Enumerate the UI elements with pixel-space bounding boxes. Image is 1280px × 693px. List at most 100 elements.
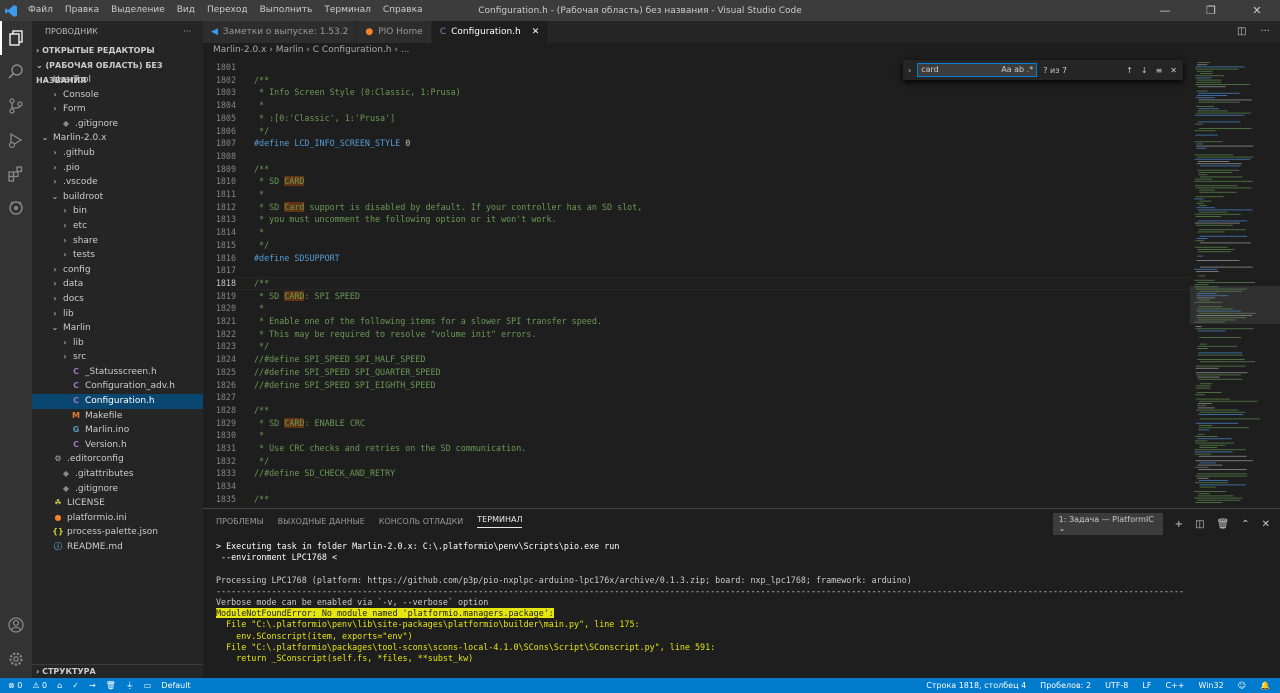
- notifications-icon[interactable]: 🔔: [1260, 678, 1270, 693]
- tree-item[interactable]: ⌄ UserTool: [32, 73, 203, 88]
- open-editors-section[interactable]: › ОТКРЫТЫЕ РЕДАКТОРЫ: [32, 43, 203, 58]
- workspace-section[interactable]: ⌄ (РАБОЧАЯ ОБЛАСТЬ) БЕЗ НАЗВАНИЯ: [32, 58, 203, 85]
- tree-item[interactable]: ◆ .gitattributes: [32, 467, 203, 482]
- kill-terminal-icon[interactable]: 🗑: [1217, 519, 1230, 530]
- environment-label[interactable]: Default: [161, 678, 190, 693]
- close-tab-icon[interactable]: ✕: [532, 21, 540, 43]
- breadcrumb[interactable]: Marlin-2.0.x › Marlin › C Configuration.…: [203, 43, 1280, 58]
- tree-item[interactable]: › Console: [32, 88, 203, 103]
- tree-item[interactable]: ● platformio.ini: [32, 511, 203, 526]
- errors-indicator[interactable]: ⊗ 0: [8, 678, 22, 693]
- tree-item[interactable]: › src: [32, 350, 203, 365]
- gear-icon[interactable]: [0, 642, 32, 676]
- panel-tab[interactable]: ПРОБЛЕМЫ: [216, 517, 264, 526]
- tree-item[interactable]: C Configuration_adv.h: [32, 379, 203, 394]
- close-panel-icon[interactable]: ✕: [1262, 519, 1270, 530]
- tree-item[interactable]: › data: [32, 277, 203, 292]
- minimap[interactable]: [1190, 58, 1280, 508]
- maximize-panel-icon[interactable]: ⌃: [1241, 519, 1249, 530]
- home-icon[interactable]: ⌂: [57, 678, 62, 693]
- more-actions-button[interactable]: ···: [183, 21, 191, 43]
- find-input[interactable]: card Aa ab .*: [917, 63, 1038, 77]
- code-editor[interactable]: 1801 1802 /** 1803 * Info Screen Style (0:C…: [203, 58, 1190, 508]
- panel-tab[interactable]: ТЕРМИНАЛ: [477, 515, 523, 528]
- tree-item[interactable]: ◆ .gitignore: [32, 482, 203, 497]
- source-control-icon[interactable]: [0, 89, 32, 123]
- editor-tab[interactable]: ◀ Заметки о выпуске: 1.53.2: [203, 21, 358, 43]
- tree-item[interactable]: › .vscode: [32, 175, 203, 190]
- tree-item[interactable]: C Configuration.h: [32, 394, 203, 409]
- indentation[interactable]: Пробелов: 2: [1040, 678, 1091, 693]
- find-in-selection-button[interactable]: ≡: [1156, 66, 1163, 75]
- tree-item[interactable]: M Makefile: [32, 409, 203, 424]
- menu-item-6[interactable]: Терминал: [318, 0, 377, 21]
- tree-item[interactable]: › .github: [32, 146, 203, 161]
- tree-item[interactable]: ☘ LICENSE: [32, 496, 203, 511]
- split-terminal-icon[interactable]: ◫: [1195, 519, 1204, 530]
- cursor-position[interactable]: Строка 1818, столбец 4: [926, 678, 1026, 693]
- line-ending[interactable]: LF: [1142, 678, 1151, 693]
- tree-item[interactable]: › config: [32, 263, 203, 278]
- previous-match-button[interactable]: ↑: [1126, 66, 1133, 75]
- tree-item[interactable]: › lib: [32, 307, 203, 322]
- editor-tab[interactable]: C Configuration.h ✕: [431, 21, 549, 43]
- menu-item-7[interactable]: Справка: [377, 0, 429, 21]
- terminal-selector[interactable]: 1: Задача — PlatformIC ⌄: [1052, 513, 1163, 535]
- clean-icon[interactable]: 🗑: [106, 678, 116, 693]
- menu-item-5[interactable]: Выполнить: [254, 0, 319, 21]
- tree-item[interactable]: ⓘ README.md: [32, 540, 203, 555]
- menu-item-2[interactable]: Выделение: [105, 0, 171, 21]
- tree-item[interactable]: ⌄ buildroot: [32, 190, 203, 205]
- panel-tab[interactable]: КОНСОЛЬ ОТЛАДКИ: [379, 517, 464, 526]
- tree-item[interactable]: › tests: [32, 248, 203, 263]
- tree-item[interactable]: › .pio: [32, 161, 203, 176]
- explorer-icon[interactable]: [0, 21, 32, 55]
- account-icon[interactable]: [0, 608, 32, 642]
- tree-item[interactable]: › lib: [32, 336, 203, 351]
- tree-item[interactable]: › etc: [32, 219, 203, 234]
- match-word-toggle[interactable]: ab: [1014, 65, 1024, 74]
- build-icon[interactable]: ✓: [72, 678, 79, 693]
- minimize-button[interactable]: —: [1142, 0, 1188, 21]
- platform[interactable]: Win32: [1198, 678, 1223, 693]
- terminal-output[interactable]: > Executing task in folder Marlin-2.0.x:…: [216, 541, 1266, 664]
- platformio-icon[interactable]: [0, 191, 32, 225]
- more-actions-icon[interactable]: ···: [1260, 21, 1270, 43]
- search-icon[interactable]: [0, 55, 32, 89]
- tree-item[interactable]: › share: [32, 234, 203, 249]
- chevron-right-icon[interactable]: ›: [908, 66, 911, 75]
- tree-item[interactable]: › docs: [32, 292, 203, 307]
- tree-item[interactable]: ◆ .gitignore: [32, 117, 203, 132]
- tree-item[interactable]: {} process-palette.json: [32, 525, 203, 540]
- tree-item[interactable]: ⚙ .editorconfig: [32, 452, 203, 467]
- next-match-button[interactable]: ↓: [1141, 66, 1148, 75]
- panel-tab[interactable]: ВЫХОДНЫЕ ДАННЫЕ: [278, 517, 365, 526]
- feedback-icon[interactable]: ☺: [1238, 678, 1246, 693]
- tree-item[interactable]: ⌄ Marlin-2.0.x: [32, 131, 203, 146]
- add-terminal-icon[interactable]: +: [1175, 519, 1183, 530]
- regex-toggle[interactable]: .*: [1027, 65, 1034, 74]
- menu-item-3[interactable]: Вид: [171, 0, 201, 21]
- maximize-button[interactable]: ❐: [1188, 0, 1234, 21]
- match-case-toggle[interactable]: Aa: [1001, 65, 1011, 74]
- editor-tab[interactable]: ● PIO Home: [357, 21, 432, 43]
- tree-item[interactable]: G Marlin.ino: [32, 423, 203, 438]
- extensions-icon[interactable]: [0, 157, 32, 191]
- close-window-button[interactable]: ✕: [1234, 0, 1280, 21]
- outline-section[interactable]: › СТРУКТУРА: [32, 664, 203, 678]
- upload-icon[interactable]: →: [89, 678, 96, 693]
- menu-item-0[interactable]: Файл: [22, 0, 59, 21]
- minimap-viewport[interactable]: [1190, 286, 1280, 324]
- terminal-icon[interactable]: ▭: [144, 678, 152, 693]
- run-debug-icon[interactable]: [0, 123, 32, 157]
- language-mode[interactable]: C++: [1165, 678, 1184, 693]
- menu-item-1[interactable]: Правка: [59, 0, 105, 21]
- menu-item-4[interactable]: Переход: [201, 0, 254, 21]
- encoding[interactable]: UTF-8: [1105, 678, 1128, 693]
- split-editor-icon[interactable]: ◫: [1237, 21, 1246, 43]
- plug-icon[interactable]: ⏚: [126, 678, 134, 693]
- close-find-button[interactable]: ✕: [1170, 66, 1177, 75]
- tree-item[interactable]: › bin: [32, 204, 203, 219]
- tree-item[interactable]: › Form: [32, 102, 203, 117]
- warnings-indicator[interactable]: ⚠ 0: [32, 678, 47, 693]
